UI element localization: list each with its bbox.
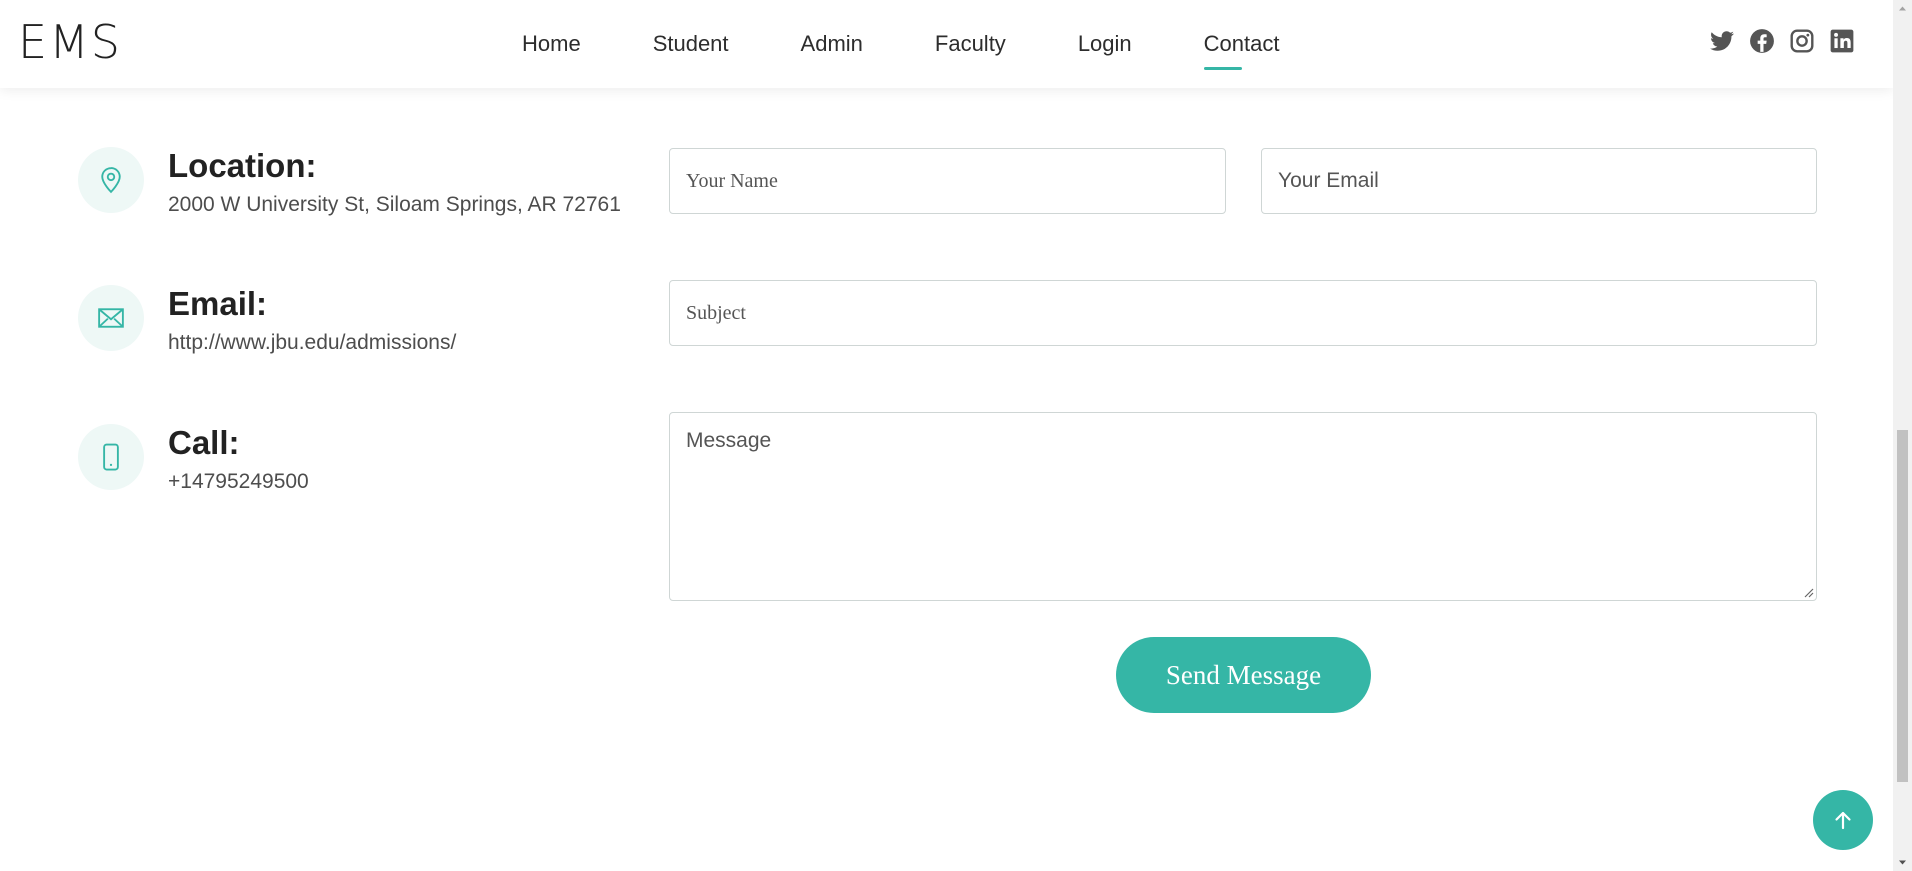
name-input[interactable]: Your Name xyxy=(669,148,1226,214)
contact-call: Call: +14795249500 xyxy=(78,424,309,495)
site-logo[interactable]: EMS xyxy=(18,14,122,70)
scroll-down-icon[interactable] xyxy=(1893,854,1912,871)
instagram-icon[interactable] xyxy=(1789,28,1815,54)
email-title: Email: xyxy=(168,285,268,322)
phone-icon xyxy=(78,424,144,490)
message-placeholder: Message xyxy=(686,429,772,452)
nav-item-login[interactable]: Login xyxy=(1078,30,1132,58)
send-message-button[interactable]: Send Message xyxy=(1116,637,1371,713)
nav-item-home[interactable]: Home xyxy=(522,30,581,58)
email-value[interactable]: http://www.jbu.edu/admissions/ xyxy=(168,330,456,356)
main-nav: Home Student Admin Faculty Login Contact xyxy=(522,0,1351,88)
location-title: Location: xyxy=(168,147,317,184)
page: EMS Home Student Admin Faculty Login Con… xyxy=(0,0,1912,871)
social-links xyxy=(1709,28,1855,54)
contact-location: Location: 2000 W University St, Siloam S… xyxy=(78,147,621,218)
facebook-icon[interactable] xyxy=(1749,28,1775,54)
call-title: Call: xyxy=(168,424,240,461)
nav-item-contact[interactable]: Contact xyxy=(1203,30,1279,70)
arrow-up-icon xyxy=(1835,811,1851,830)
site-header: EMS Home Student Admin Faculty Login Con… xyxy=(0,0,1893,88)
map-pin-icon xyxy=(78,147,144,213)
nav-item-admin[interactable]: Admin xyxy=(801,30,863,58)
envelope-icon xyxy=(78,285,144,351)
nav-item-faculty[interactable]: Faculty xyxy=(935,30,1006,58)
email-input[interactable]: Your Email xyxy=(1261,148,1817,214)
twitter-icon[interactable] xyxy=(1709,28,1735,54)
subject-input[interactable]: Subject xyxy=(669,280,1817,346)
page-scrollbar[interactable] xyxy=(1893,0,1912,871)
back-to-top-button[interactable] xyxy=(1813,790,1873,850)
message-textarea[interactable]: Message xyxy=(669,412,1817,601)
scrollbar-thumb[interactable] xyxy=(1897,430,1908,782)
nav-item-student[interactable]: Student xyxy=(653,30,729,58)
call-value[interactable]: +14795249500 xyxy=(168,469,309,495)
scroll-up-icon[interactable] xyxy=(1893,0,1912,17)
resize-handle-icon[interactable] xyxy=(1802,586,1814,598)
location-value: 2000 W University St, Siloam Springs, AR… xyxy=(168,193,621,216)
contact-email: Email: http://www.jbu.edu/admissions/ xyxy=(78,285,456,356)
linkedin-icon[interactable] xyxy=(1829,28,1855,54)
